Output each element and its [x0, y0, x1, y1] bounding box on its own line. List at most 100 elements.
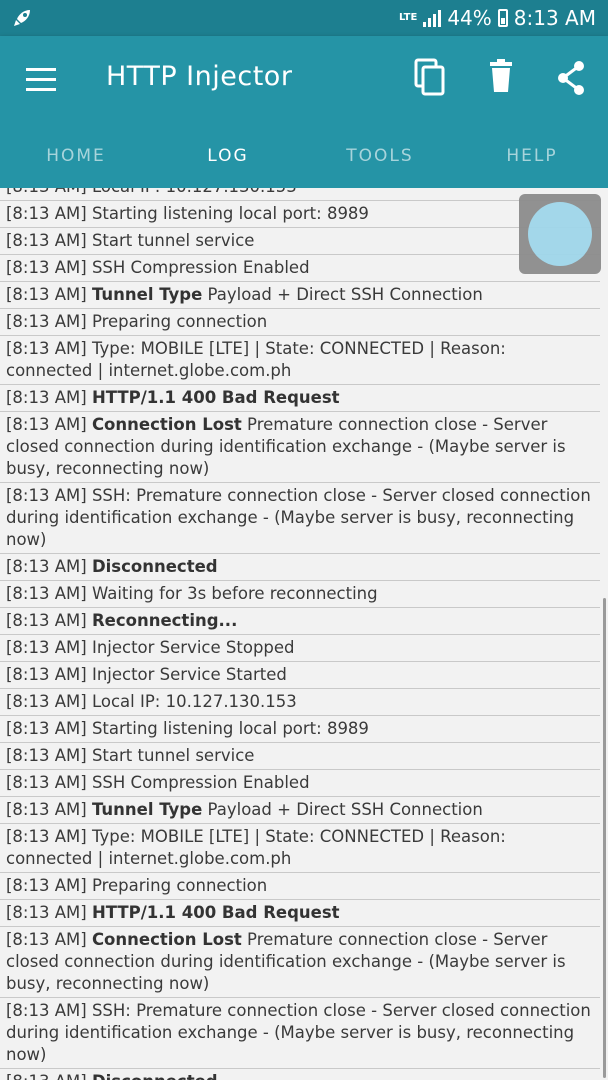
log-time: [8:13 AM]	[6, 876, 87, 895]
log-message: Starting listening local port: 8989	[91, 204, 369, 223]
network-type: LTE	[398, 12, 418, 23]
log-message: Starting listening local port: 8989	[91, 719, 369, 738]
log-entry: [8:13 AM] Start tunnel service	[0, 743, 600, 770]
rocket-icon	[14, 10, 30, 26]
log-time: [8:13 AM]	[6, 231, 87, 250]
log-time: [8:13 AM]	[6, 903, 87, 922]
log-keyword: Reconnecting...	[91, 611, 238, 630]
clock: 8:13 AM	[513, 6, 596, 30]
log-entry: [8:13 AM] HTTP/1.1 400 Bad Request	[0, 900, 600, 927]
log-message: Preparing connection	[91, 312, 268, 331]
log-keyword: Disconnected	[91, 557, 218, 576]
bubble-icon	[528, 202, 592, 266]
log-entry: [8:13 AM] Disconnected	[0, 1069, 600, 1080]
log-message: Payload + Direct SSH Connection	[207, 285, 483, 304]
log-keyword: HTTP/1.1 400 Bad Request	[91, 903, 340, 922]
battery-percent: 44%	[447, 6, 492, 30]
log-time: [8:13 AM]	[6, 773, 87, 792]
log-time: [8:13 AM]	[6, 415, 87, 434]
tab-bar: HOME LOG TOOLS HELP	[0, 132, 608, 188]
log-message: SSH Compression Enabled	[91, 258, 310, 277]
log-message: SSH Compression Enabled	[91, 773, 310, 792]
log-message: Premature connection close - Server clos…	[6, 930, 566, 993]
log-message: Payload + Direct SSH Connection	[207, 800, 483, 819]
log-entry: [8:13 AM] SSH: Premature connection clos…	[0, 998, 600, 1069]
log-message: Waiting for 3s before reconnecting	[91, 584, 378, 603]
log-keyword: Tunnel Type	[91, 800, 203, 819]
log-message: Local IP: 10.127.130.153	[92, 188, 297, 196]
log-entry: [8:13 AM] SSH Compression Enabled	[0, 255, 600, 282]
log-message: SSH: Premature connection close - Server…	[6, 1001, 591, 1064]
log-time: [8:13 AM]	[6, 746, 87, 765]
log-entry: [8:13 AM] Reconnecting...	[0, 608, 600, 635]
log-keyword: Connection Lost	[91, 930, 242, 949]
log-entry: [8:13 AM] Connection Lost Premature conn…	[0, 927, 600, 998]
log-entry: [8:13 AM] Preparing connection	[0, 309, 600, 336]
log-time: [8:13 AM]	[6, 1072, 87, 1080]
floating-bubble-button[interactable]	[519, 194, 601, 274]
log-entry: [8:13 AM] Local IP: 10.127.130.153	[0, 188, 600, 201]
log-message: Premature connection close - Server clos…	[6, 415, 566, 478]
log-time: [8:13 AM]	[6, 258, 87, 277]
log-entry: [8:13 AM] Starting listening local port:…	[0, 201, 600, 228]
log-time: [8:13 AM]	[6, 188, 87, 196]
log-list[interactable]: [8:13 AM] Local IP: 10.127.130.153[8:13 …	[0, 188, 608, 1080]
log-time: [8:13 AM]	[6, 285, 87, 304]
log-entry: [8:13 AM] Tunnel Type Payload + Direct S…	[0, 797, 600, 824]
log-entry: [8:13 AM] Type: MOBILE [LTE] | State: CO…	[0, 824, 600, 873]
share-icon[interactable]	[554, 58, 590, 98]
log-time: [8:13 AM]	[6, 1001, 87, 1020]
log-entry: [8:13 AM] Connection Lost Premature conn…	[0, 412, 600, 483]
log-keyword: Tunnel Type	[91, 285, 203, 304]
log-message: Injector Service Started	[91, 665, 287, 684]
menu-icon[interactable]	[26, 68, 56, 92]
log-time: [8:13 AM]	[6, 611, 87, 630]
tab-help[interactable]: HELP	[456, 132, 608, 188]
log-message: Start tunnel service	[91, 231, 255, 250]
page-title: HTTP Injector	[106, 61, 293, 92]
log-time: [8:13 AM]	[6, 638, 87, 657]
log-entry: [8:13 AM] Injector Service Stopped	[0, 635, 600, 662]
log-time: [8:13 AM]	[6, 665, 87, 684]
log-entry: [8:13 AM] Disconnected	[0, 554, 600, 581]
status-bar: LTE 44% 8:13 AM	[0, 0, 608, 36]
log-time: [8:13 AM]	[6, 388, 87, 407]
log-message: Preparing connection	[91, 876, 268, 895]
signal-icon	[423, 9, 442, 27]
log-time: [8:13 AM]	[6, 312, 87, 331]
scrollbar[interactable]	[603, 598, 606, 1078]
log-time: [8:13 AM]	[6, 800, 87, 819]
log-message: Local IP: 10.127.130.153	[91, 692, 297, 711]
log-entry: [8:13 AM] Preparing connection	[0, 873, 600, 900]
log-time: [8:13 AM]	[6, 719, 87, 738]
tab-log[interactable]: LOG	[152, 132, 304, 188]
log-time: [8:13 AM]	[6, 557, 87, 576]
log-keyword: HTTP/1.1 400 Bad Request	[91, 388, 340, 407]
log-time: [8:13 AM]	[6, 930, 87, 949]
log-message: Start tunnel service	[91, 746, 255, 765]
log-time: [8:13 AM]	[6, 584, 87, 603]
copy-icon[interactable]	[412, 58, 448, 98]
tab-tools[interactable]: TOOLS	[304, 132, 456, 188]
battery-icon	[497, 9, 508, 27]
tab-home[interactable]: HOME	[0, 132, 152, 188]
log-time: [8:13 AM]	[6, 339, 87, 358]
log-time: [8:13 AM]	[6, 204, 87, 223]
log-entry: [8:13 AM] Tunnel Type Payload + Direct S…	[0, 282, 600, 309]
log-entry: [8:13 AM] Injector Service Started	[0, 662, 600, 689]
log-time: [8:13 AM]	[6, 827, 87, 846]
log-time: [8:13 AM]	[6, 486, 87, 505]
log-time: [8:13 AM]	[6, 692, 87, 711]
log-entry: [8:13 AM] HTTP/1.1 400 Bad Request	[0, 385, 600, 412]
log-entry: [8:13 AM] Start tunnel service	[0, 228, 600, 255]
delete-icon[interactable]	[484, 58, 520, 98]
log-message: SSH: Premature connection close - Server…	[6, 486, 591, 549]
log-keyword: Disconnected	[92, 1072, 218, 1080]
log-entry: [8:13 AM] Starting listening local port:…	[0, 716, 600, 743]
log-entry: [8:13 AM] SSH: Premature connection clos…	[0, 483, 600, 554]
log-entry: [8:13 AM] Local IP: 10.127.130.153	[0, 689, 600, 716]
log-entry: [8:13 AM] SSH Compression Enabled	[0, 770, 600, 797]
app-bar: HTTP Injector HOME LOG TOOLS HELP	[0, 36, 608, 188]
log-keyword: Connection Lost	[91, 415, 242, 434]
log-entry: [8:13 AM] Waiting for 3s before reconnec…	[0, 581, 600, 608]
